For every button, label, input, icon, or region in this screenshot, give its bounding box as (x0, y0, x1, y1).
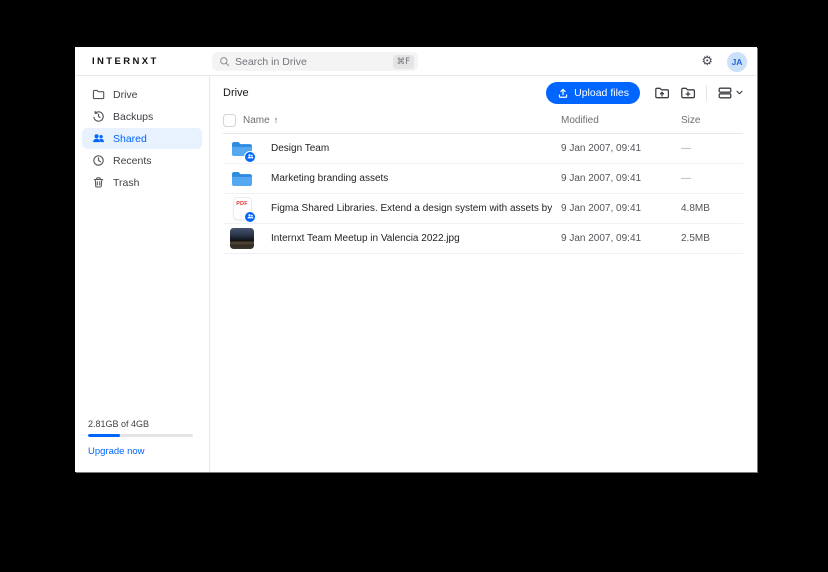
trash-icon (92, 176, 105, 189)
file-row[interactable]: PDF Figma Shared Libraries. Extend a des… (223, 194, 743, 224)
file-icon: PDF (229, 166, 255, 192)
file-name: Figma Shared Libraries. Extend a design … (271, 194, 554, 224)
sort-ascending-icon: ↑ (274, 115, 279, 125)
file-size: 2.5MB (681, 224, 710, 254)
upload-folder-button[interactable] (654, 85, 670, 101)
sidebar-item-trash[interactable]: Trash (82, 172, 202, 193)
file-size: — (681, 164, 691, 194)
sidebar-item-label: Recents (113, 155, 152, 167)
sidebar-item-shared[interactable]: Shared (82, 128, 202, 149)
file-modified: 9 Jan 2007, 09:41 (561, 134, 641, 164)
folder-plus-icon (680, 85, 696, 101)
upload-files-button[interactable]: Upload files (546, 82, 640, 104)
file-list: PDF Design Team 9 Jan 2007, 09:41 — PDF (223, 134, 743, 254)
file-name: Marketing branding assets (271, 164, 388, 194)
file-name: Internxt Team Meetup in Valencia 2022.jp… (271, 224, 460, 254)
search-placeholder: Search in Drive (235, 56, 393, 68)
file-size: — (681, 134, 691, 164)
table-header: Name ↑ Modified Size (223, 108, 743, 134)
shared-people-icon (247, 153, 254, 160)
column-name-label: Name (243, 115, 270, 126)
file-row[interactable]: PDF Design Team 9 Jan 2007, 09:41 — (223, 134, 743, 164)
sidebar-item-label: Shared (113, 133, 147, 145)
view-mode-toggle[interactable] (717, 85, 743, 101)
shared-people-icon (247, 213, 254, 220)
clock-icon (92, 154, 105, 167)
column-header-name[interactable]: Name ↑ (243, 108, 278, 133)
upload-files-label: Upload files (574, 87, 629, 99)
file-icon: PDF (229, 226, 255, 252)
sidebar-item-label: Drive (113, 89, 138, 101)
app-window: INTERNXT Search in Drive ⌘F ⚙ JA Drive (75, 47, 757, 472)
breadcrumb[interactable]: Drive (223, 87, 249, 99)
shared-badge (244, 151, 256, 163)
upgrade-link[interactable]: Upgrade now (88, 446, 145, 457)
search-shortcut-badge: ⌘F (393, 55, 414, 69)
file-modified: 9 Jan 2007, 09:41 (561, 164, 641, 194)
select-all-checkbox[interactable] (223, 114, 236, 127)
file-modified: 9 Jan 2007, 09:41 (561, 194, 641, 224)
toolbar-divider (706, 85, 707, 101)
storage-progress-fill (88, 434, 120, 437)
avatar[interactable]: JA (727, 52, 747, 72)
sidebar-item-label: Backups (113, 111, 153, 123)
folder-icon (92, 88, 105, 101)
sidebar-item-recents[interactable]: Recents (82, 150, 202, 171)
sidebar-item-label: Trash (113, 177, 139, 189)
backup-clock-icon (92, 110, 105, 123)
image-thumbnail (230, 228, 254, 249)
new-folder-button[interactable] (680, 85, 696, 101)
file-row[interactable]: PDF Marketing branding assets 9 Jan 2007… (223, 164, 743, 194)
brand-logo: INTERNXT (92, 47, 159, 76)
folder-icon (231, 170, 253, 187)
chevron-down-icon (736, 90, 743, 95)
people-icon (92, 132, 105, 145)
file-icon: PDF (229, 136, 255, 162)
shared-badge (244, 211, 256, 223)
sidebar-item-drive[interactable]: Drive (82, 84, 202, 105)
sidebar: Drive Backups Shared Rece (75, 76, 210, 472)
list-view-icon (717, 85, 733, 101)
search-input[interactable]: Search in Drive ⌘F (212, 52, 418, 71)
storage-progress-track (88, 434, 193, 437)
column-header-size[interactable]: Size (681, 108, 700, 133)
upload-icon (557, 87, 569, 99)
main-content: Drive Upload files (211, 77, 757, 472)
sidebar-nav: Drive Backups Shared Rece (75, 76, 209, 193)
sidebar-item-backups[interactable]: Backups (82, 106, 202, 127)
file-icon: PDF (229, 196, 255, 222)
search-icon (219, 56, 230, 67)
file-size: 4.8MB (681, 194, 710, 224)
storage-usage-text: 2.81GB of 4GB (88, 419, 193, 429)
toolbar: Drive Upload files (211, 77, 757, 108)
top-bar: INTERNXT Search in Drive ⌘F ⚙ JA (75, 47, 757, 76)
toolbar-actions: Upload files (546, 82, 743, 104)
folder-upload-icon (654, 85, 670, 101)
settings-gear-icon[interactable]: ⚙ (701, 47, 713, 76)
column-header-modified[interactable]: Modified (561, 108, 599, 133)
file-name: Design Team (271, 134, 329, 164)
storage-meter: 2.81GB of 4GB Upgrade now (88, 419, 193, 459)
file-modified: 9 Jan 2007, 09:41 (561, 224, 641, 254)
file-row[interactable]: PDF Internxt Team Meetup in Valencia 202… (223, 224, 743, 254)
